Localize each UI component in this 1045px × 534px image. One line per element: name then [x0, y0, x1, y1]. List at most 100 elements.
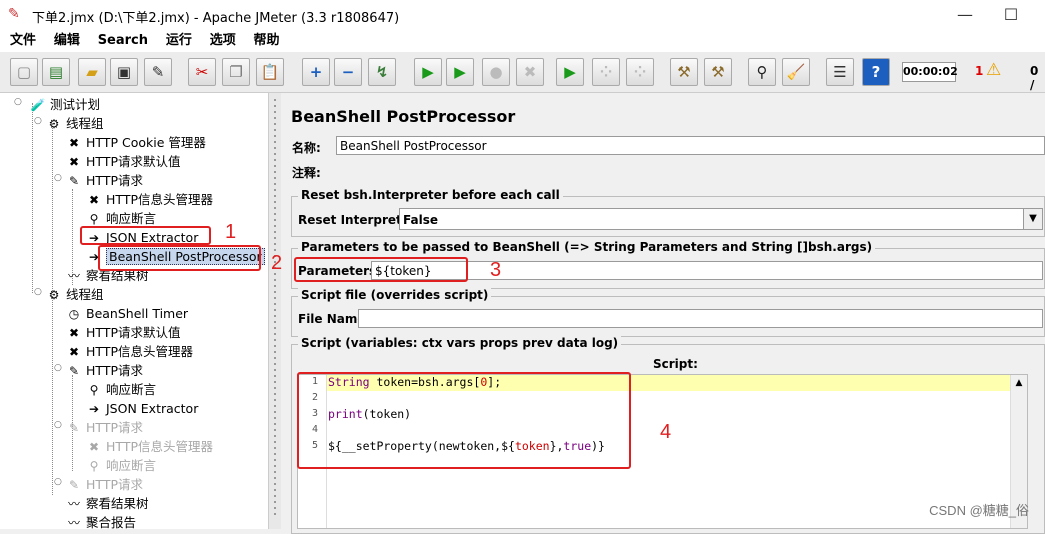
splitter-grip [274, 189, 276, 191]
name-label: 名称: [292, 141, 321, 155]
splitter-grip [274, 321, 276, 323]
toggle-icon[interactable]: ↯ [368, 58, 396, 86]
templates-icon[interactable]: ▤ [42, 58, 70, 86]
reset-interpreter-select[interactable]: False ▼ [399, 208, 1043, 230]
tree-node[interactable]: 〰察看结果树 [66, 494, 149, 513]
tree-expand-toggle[interactable]: ○ [34, 287, 42, 297]
tree-node[interactable]: ⚙ 线程组 [46, 114, 104, 133]
splitter-grip [274, 489, 276, 491]
warning-icon[interactable]: ⚠ [986, 60, 1001, 80]
clear-icon[interactable]: ⚒ [670, 58, 698, 86]
splitter[interactable] [268, 93, 281, 529]
tree-expand-toggle[interactable]: ○ [14, 97, 22, 107]
start-no-pause-icon[interactable]: ▶ [446, 58, 474, 86]
tree-node[interactable]: ✖ HTTP Cookie 管理器 [66, 133, 206, 152]
tree-node-icon: 〰 [67, 269, 80, 283]
tree-node[interactable]: ✎ HTTP请求 [66, 361, 143, 380]
tree-node[interactable]: ✎ HTTP请求 [66, 418, 143, 437]
remote-stop-icon[interactable]: ⁘ [592, 58, 620, 86]
splitter-grip [274, 363, 276, 365]
clear-all-icon[interactable]: ⚒ [704, 58, 732, 86]
scroll-up-icon[interactable]: ▲ [1011, 375, 1027, 391]
splitter-grip [274, 423, 276, 425]
splitter-grip [274, 381, 276, 383]
test-plan-tree[interactable]: 🧪 测试计划 ⚙ 线程组 ✖ HTTP Cookie 管理器 ✖ HTTP请求默认值 ✎ HTTP… [0, 93, 268, 529]
menu-search[interactable]: Search [98, 30, 148, 52]
tree-node-icon: ◷ [68, 307, 80, 321]
paste-icon[interactable]: 📋 [256, 58, 284, 86]
tree-node[interactable]: ✖ HTTP信息头管理器 [86, 437, 213, 456]
remote-shutdown-icon[interactable]: ⁘ [626, 58, 654, 86]
shutdown-icon[interactable]: ✖ [516, 58, 544, 86]
watermark: CSDN @糖糖_俗 [929, 503, 1029, 518]
splitter-grip [274, 141, 276, 143]
stop-icon[interactable]: ● [482, 58, 510, 86]
splitter-grip [274, 495, 276, 497]
cut-icon[interactable]: ✂ [188, 58, 216, 86]
search-icon[interactable]: ⚲ [748, 58, 776, 86]
start-icon[interactable]: ▶ [414, 58, 442, 86]
open-icon[interactable]: ▰ [78, 58, 106, 86]
tree-node[interactable]: ✖ HTTP信息头管理器 [66, 342, 193, 361]
script-heading: Script: [653, 357, 698, 371]
tree-expand-toggle[interactable]: ○ [54, 420, 62, 430]
tree-node[interactable]: ✎ HTTP请求 [66, 475, 143, 494]
annotation-box-json-extractor [80, 226, 211, 245]
tree-node-icon: ⚲ [89, 383, 99, 397]
tree-node[interactable]: ⚙ 线程组 [46, 285, 104, 304]
tree-node[interactable]: ✖ HTTP请求默认值 [66, 152, 181, 171]
splitter-grip [274, 171, 276, 173]
tree-node[interactable]: 〰聚合报告 [66, 513, 136, 529]
tree-node-label: 察看结果树 [86, 496, 149, 511]
tree-node-icon: ✖ [68, 155, 80, 169]
tree-node-icon: ⚙ [48, 288, 60, 302]
collapse-icon[interactable]: − [334, 58, 362, 86]
tree-node-label: HTTP信息头管理器 [106, 192, 213, 207]
tree-node[interactable]: ◷ BeanShell Timer [66, 304, 188, 323]
menu-help[interactable]: 帮助 [254, 30, 280, 52]
name-field[interactable]: BeanShell PostProcessor [336, 136, 1045, 155]
save-as-icon[interactable]: ✎ [144, 58, 172, 86]
tree-expand-toggle[interactable]: ○ [34, 116, 42, 126]
annotation-number-4: 4 [660, 421, 672, 443]
tree-node[interactable]: ➔ JSON Extractor [86, 399, 198, 418]
help-icon[interactable]: ? [862, 58, 890, 86]
maximize-button[interactable]: ☐ [996, 4, 1026, 26]
splitter-grip [274, 429, 276, 431]
jmeter-feather-icon: ✎ [8, 6, 20, 22]
splitter-grip [274, 315, 276, 317]
menu-run[interactable]: 运行 [166, 30, 192, 52]
tree-expand-toggle[interactable]: ○ [54, 363, 62, 373]
parameters-field[interactable]: ${token} [371, 261, 1043, 280]
tree-expand-toggle[interactable]: ○ [54, 173, 62, 183]
comment-field[interactable] [329, 161, 1045, 180]
file-name-field[interactable] [358, 309, 1043, 328]
tree-expand-toggle[interactable]: ○ [54, 477, 62, 487]
copy-icon[interactable]: ❐ [222, 58, 250, 86]
remote-start-icon[interactable]: ▶ [556, 58, 584, 86]
minimize-button[interactable]: — [950, 4, 980, 26]
save-icon[interactable]: ▣ [110, 58, 138, 86]
splitter-grip [274, 339, 276, 341]
tree-node-label: 聚合报告 [86, 515, 137, 529]
menu-options[interactable]: 选项 [210, 30, 236, 52]
tree-guide-line [32, 103, 33, 293]
new-icon[interactable]: ▢ [10, 58, 38, 86]
tree-node[interactable]: 🧪 测试计划 [30, 95, 101, 114]
splitter-grip [274, 393, 276, 395]
tree-node[interactable]: ✖ HTTP请求默认值 [66, 323, 181, 342]
tree-node-icon: ✎ [68, 478, 80, 492]
menu-edit[interactable]: 编辑 [54, 30, 80, 52]
reset-search-icon[interactable]: 🧹 [782, 58, 810, 86]
thread-ratio: 0 / [1030, 64, 1039, 92]
tree-node[interactable]: ✖ HTTP信息头管理器 [86, 190, 213, 209]
splitter-grip [274, 291, 276, 293]
tree-node[interactable]: ✎ HTTP请求 [66, 171, 143, 190]
tree-node[interactable]: ⚲ 响应断言 [86, 380, 156, 399]
chevron-down-icon[interactable]: ▼ [1023, 209, 1042, 229]
splitter-grip [274, 129, 276, 131]
expand-icon[interactable]: + [302, 58, 330, 86]
menu-file[interactable]: 文件 [10, 30, 36, 52]
function-helper-icon[interactable]: ☰ [826, 58, 854, 86]
tree-node[interactable]: ⚲ 响应断言 [86, 456, 156, 475]
